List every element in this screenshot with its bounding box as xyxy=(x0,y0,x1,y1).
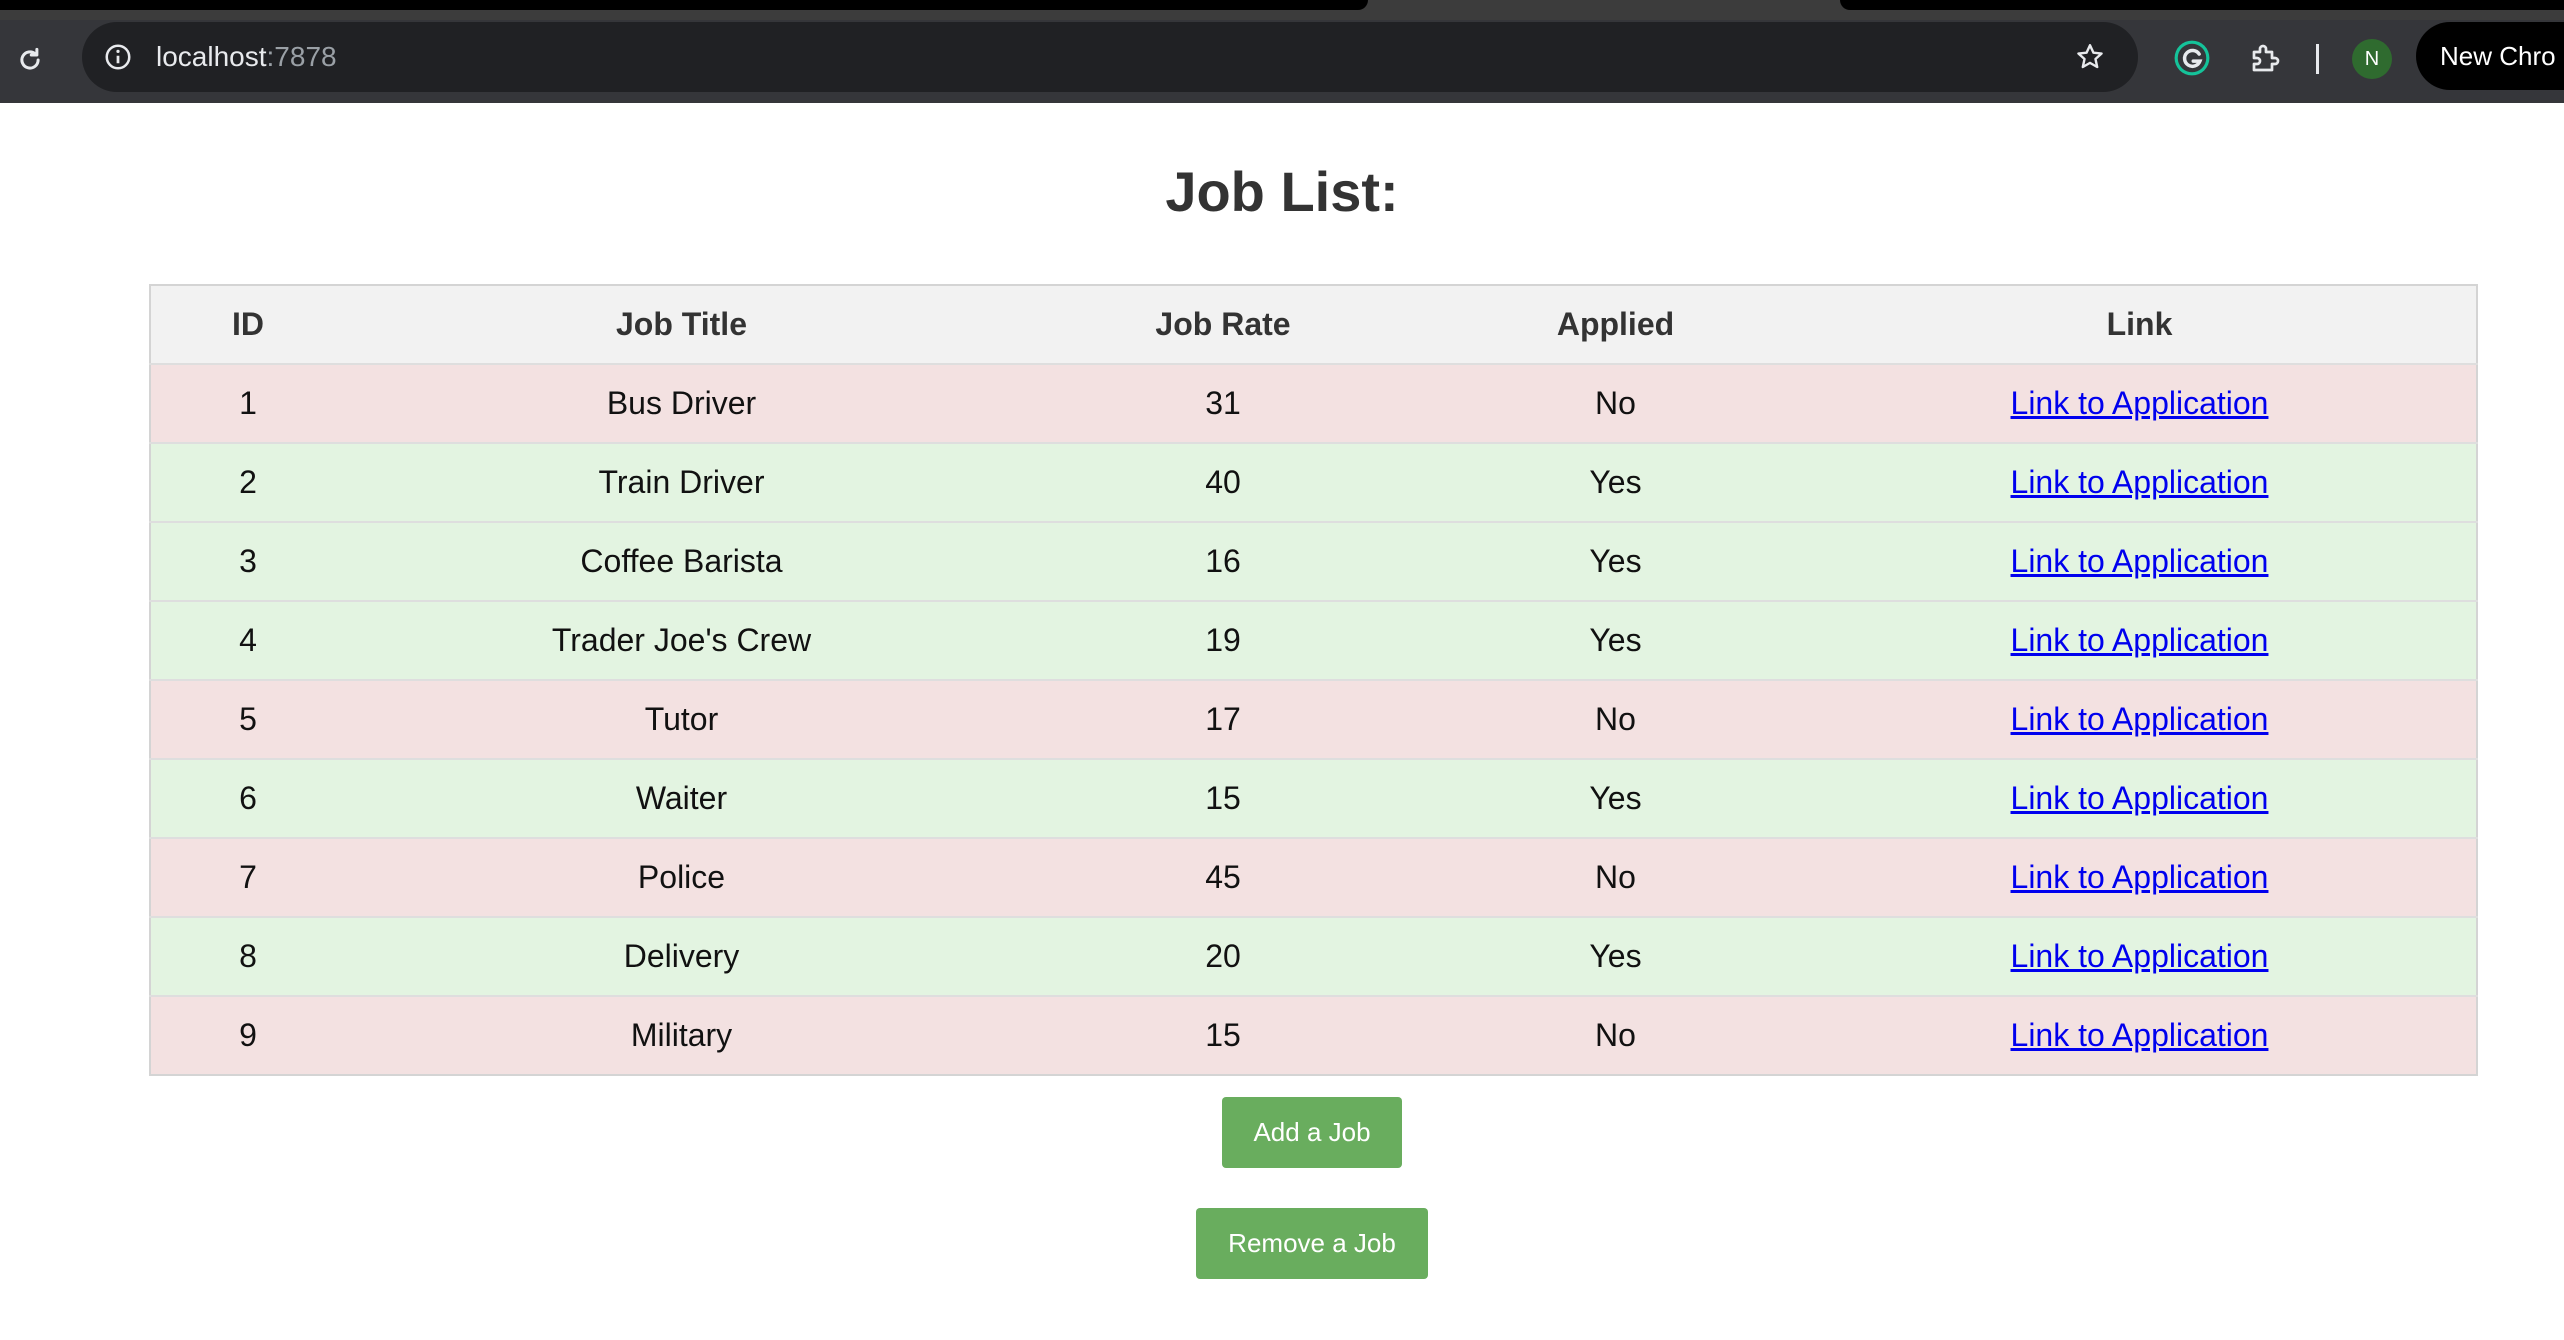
cell-link: Link to Application xyxy=(1803,601,2477,681)
job-table: ID Job Title Job Rate Applied Link 1 Bus… xyxy=(149,284,2478,1076)
cell-id: 7 xyxy=(150,838,345,918)
table-row: 8 Delivery 20 Yes Link to Application xyxy=(150,917,2477,997)
cell-applied: Yes xyxy=(1428,759,1803,839)
cell-job-title: Delivery xyxy=(345,917,1018,997)
application-link[interactable]: Link to Application xyxy=(2011,701,2269,737)
cell-id: 2 xyxy=(150,443,345,523)
column-header-applied: Applied xyxy=(1428,285,1803,365)
cell-link: Link to Application xyxy=(1803,996,2477,1075)
cell-job-rate: 19 xyxy=(1018,601,1428,681)
cell-applied: Yes xyxy=(1428,522,1803,602)
cell-id: 9 xyxy=(150,996,345,1075)
table-row: 9 Military 15 No Link to Application xyxy=(150,996,2477,1075)
table-row: 1 Bus Driver 31 No Link to Application xyxy=(150,364,2477,444)
reload-icon[interactable] xyxy=(10,40,50,80)
remove-job-button[interactable]: Remove a Job xyxy=(1196,1208,1428,1279)
browser-chrome: localhost:7878 N New Chro xyxy=(0,0,2564,103)
puzzle-icon[interactable] xyxy=(2244,36,2288,80)
grammarly-icon[interactable] xyxy=(2172,38,2212,78)
cell-job-title: Train Driver xyxy=(345,443,1018,523)
cell-applied: Yes xyxy=(1428,601,1803,681)
cell-job-title: Trader Joe's Crew xyxy=(345,601,1018,681)
cell-job-rate: 15 xyxy=(1018,759,1428,839)
column-header-id: ID xyxy=(150,285,345,365)
cell-job-rate: 40 xyxy=(1018,443,1428,523)
address-bar[interactable]: localhost:7878 xyxy=(82,22,2138,92)
column-header-link: Link xyxy=(1803,285,2477,365)
url-host: localhost xyxy=(156,41,267,72)
application-link[interactable]: Link to Application xyxy=(2011,464,2269,500)
cell-job-title: Waiter xyxy=(345,759,1018,839)
cell-link: Link to Application xyxy=(1803,680,2477,760)
cell-applied: Yes xyxy=(1428,917,1803,997)
url-text[interactable]: localhost:7878 xyxy=(156,22,337,92)
cell-job-rate: 17 xyxy=(1018,680,1428,760)
cell-applied: No xyxy=(1428,838,1803,918)
url-port: :7878 xyxy=(266,41,337,72)
table-row: 2 Train Driver 40 Yes Link to Applicatio… xyxy=(150,443,2477,523)
table-row: 5 Tutor 17 No Link to Application xyxy=(150,680,2477,760)
cell-job-rate: 15 xyxy=(1018,996,1428,1075)
table-row: 4 Trader Joe's Crew 19 Yes Link to Appli… xyxy=(150,601,2477,681)
cell-job-title: Military xyxy=(345,996,1018,1075)
toolbar-divider xyxy=(2316,44,2319,74)
cell-link: Link to Application xyxy=(1803,522,2477,602)
browser-toolbar: localhost:7878 N New Chro xyxy=(0,20,2564,103)
cell-id: 1 xyxy=(150,364,345,444)
application-link[interactable]: Link to Application xyxy=(2011,1017,2269,1053)
cell-id: 3 xyxy=(150,522,345,602)
add-job-button[interactable]: Add a Job xyxy=(1222,1097,1402,1168)
cell-link: Link to Application xyxy=(1803,364,2477,444)
star-icon[interactable] xyxy=(2070,37,2110,77)
cell-job-title: Police xyxy=(345,838,1018,918)
cell-link: Link to Application xyxy=(1803,838,2477,918)
cell-job-title: Tutor xyxy=(345,680,1018,760)
cell-job-rate: 20 xyxy=(1018,917,1428,997)
application-link[interactable]: Link to Application xyxy=(2011,385,2269,421)
application-link[interactable]: Link to Application xyxy=(2011,543,2269,579)
cell-id: 4 xyxy=(150,601,345,681)
column-header-job-rate: Job Rate xyxy=(1018,285,1428,365)
cell-job-rate: 31 xyxy=(1018,364,1428,444)
cell-id: 6 xyxy=(150,759,345,839)
cell-job-title: Coffee Barista xyxy=(345,522,1018,602)
browser-tab[interactable] xyxy=(0,0,1368,10)
cell-applied: No xyxy=(1428,996,1803,1075)
cell-applied: No xyxy=(1428,364,1803,444)
cell-job-title: Bus Driver xyxy=(345,364,1018,444)
cell-id: 8 xyxy=(150,917,345,997)
cell-job-rate: 45 xyxy=(1018,838,1428,918)
browser-tab[interactable] xyxy=(1840,0,2564,10)
table-header-row: ID Job Title Job Rate Applied Link xyxy=(150,285,2477,365)
tab-strip xyxy=(0,0,2564,20)
cell-link: Link to Application xyxy=(1803,759,2477,839)
application-link[interactable]: Link to Application xyxy=(2011,859,2269,895)
application-link[interactable]: Link to Application xyxy=(2011,622,2269,658)
cell-link: Link to Application xyxy=(1803,443,2477,523)
cell-applied: Yes xyxy=(1428,443,1803,523)
profile-avatar[interactable]: N xyxy=(2352,39,2392,79)
cell-link: Link to Application xyxy=(1803,917,2477,997)
table-row: 6 Waiter 15 Yes Link to Application xyxy=(150,759,2477,839)
cell-applied: No xyxy=(1428,680,1803,760)
info-icon[interactable] xyxy=(98,37,138,77)
table-row: 7 Police 45 No Link to Application xyxy=(150,838,2477,918)
cell-job-rate: 16 xyxy=(1018,522,1428,602)
column-header-job-title: Job Title xyxy=(345,285,1018,365)
cell-id: 5 xyxy=(150,680,345,760)
page-title: Job List: xyxy=(1165,160,1399,223)
table-row: 3 Coffee Barista 16 Yes Link to Applicat… xyxy=(150,522,2477,602)
application-link[interactable]: Link to Application xyxy=(2011,938,2269,974)
application-link[interactable]: Link to Application xyxy=(2011,780,2269,816)
new-chrome-button[interactable]: New Chro xyxy=(2416,22,2564,90)
